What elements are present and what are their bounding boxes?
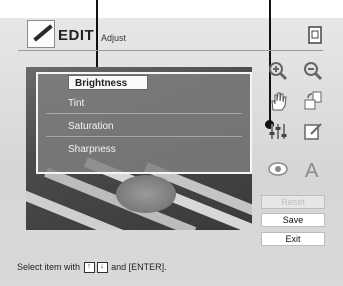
edit-frame-icon[interactable] — [302, 120, 324, 142]
status-suffix: and [ENTER]. — [111, 262, 167, 272]
exit-button[interactable]: Exit — [261, 232, 325, 246]
status-hint: Select item with ↑ ↓ and [ENTER]. — [17, 262, 167, 274]
page-title: EDIT — [58, 27, 95, 44]
preview-cat — [116, 175, 176, 213]
rotate-icon[interactable] — [302, 90, 324, 112]
menu-item-tint[interactable]: Tint — [46, 94, 242, 114]
header-divider — [18, 50, 323, 51]
adjust-menu: Brightness Tint Saturation Sharpness — [36, 72, 252, 174]
page-icon[interactable] — [304, 24, 326, 46]
page-subtitle: Adjust — [101, 33, 127, 43]
adjust-icon[interactable] — [267, 120, 289, 142]
hand-icon[interactable] — [267, 90, 289, 112]
menu-item-saturation[interactable]: Saturation — [46, 117, 242, 137]
pencil-icon — [27, 20, 55, 48]
edit-screen: EDIT Adjust Brightness Tint Saturation S… — [0, 0, 343, 286]
zoom-out-icon[interactable] — [302, 60, 324, 82]
save-button[interactable]: Save — [261, 213, 325, 227]
text-icon[interactable]: A — [302, 158, 324, 180]
zoom-in-icon[interactable] — [267, 60, 289, 82]
menu-item-sharpness[interactable]: Sharpness — [46, 140, 242, 160]
callout-line-left — [96, 0, 98, 76]
red-eye-icon[interactable] — [267, 158, 289, 180]
top-margin — [0, 0, 343, 18]
up-key-icon: ↑ — [83, 262, 95, 274]
down-key-icon: ↓ — [96, 262, 108, 274]
text-icon-glyph: A — [305, 160, 319, 180]
pencil-body — [33, 24, 53, 42]
menu-item-brightness[interactable]: Brightness — [68, 75, 148, 90]
reset-button[interactable]: Reset — [261, 195, 325, 209]
status-prefix: Select item with — [17, 262, 81, 272]
